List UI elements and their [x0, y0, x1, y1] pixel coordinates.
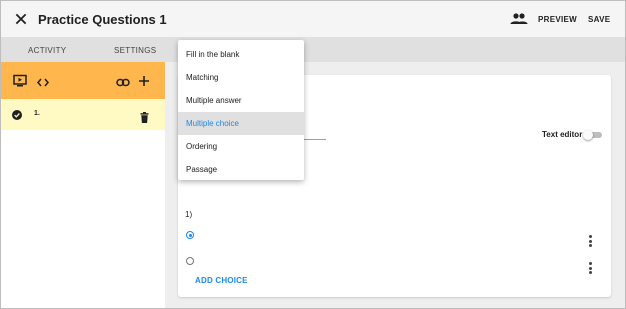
choice-1-more-button[interactable] — [589, 235, 593, 247]
question-number: 1) — [185, 210, 193, 219]
choice-2-more-button[interactable] — [589, 262, 593, 274]
check-circle-icon — [12, 110, 22, 120]
app-header: Practice Questions 1 PREVIEW SAVE — [1, 1, 625, 37]
link-button[interactable] — [116, 75, 130, 87]
add-question-button[interactable] — [138, 74, 150, 86]
tab-bar: ACTIVITY SETTINGS — [1, 37, 625, 62]
slideshow-button[interactable] — [13, 74, 27, 87]
sidebar-toolbar — [1, 62, 165, 99]
menu-item-multiple-choice[interactable]: Multiple choice — [178, 112, 304, 135]
question-type-menu: Fill in the blank Matching Multiple answ… — [178, 40, 304, 180]
tab-activity[interactable]: ACTIVITY — [28, 46, 66, 55]
menu-item-fill-in-the-blank[interactable]: Fill in the blank — [178, 43, 304, 66]
choice-1-radio[interactable] — [186, 231, 194, 239]
more-vert-icon — [589, 262, 592, 265]
question-sidebar: 1. — [1, 62, 165, 308]
link-icon — [116, 78, 130, 87]
embed-code-button[interactable] — [36, 75, 50, 87]
toggle-thumb — [583, 130, 593, 140]
menu-item-matching[interactable]: Matching — [178, 66, 304, 89]
more-vert-icon — [589, 235, 592, 238]
people-icon — [510, 13, 528, 24]
trash-icon — [140, 112, 149, 123]
save-button[interactable]: SAVE — [588, 15, 610, 24]
collaborators-button[interactable] — [510, 12, 528, 26]
menu-item-ordering[interactable]: Ordering — [178, 135, 304, 158]
menu-item-multiple-answer[interactable]: Multiple answer — [178, 89, 304, 112]
close-button[interactable] — [13, 11, 29, 27]
tab-settings[interactable]: SETTINGS — [114, 46, 156, 55]
code-icon — [37, 78, 49, 87]
menu-item-passage[interactable]: Passage — [178, 158, 304, 181]
delete-question-button[interactable] — [140, 110, 149, 123]
text-editor-label: Text editor — [542, 130, 583, 139]
slideshow-icon — [13, 74, 27, 87]
preview-button[interactable]: PREVIEW — [538, 15, 577, 24]
close-icon — [15, 13, 27, 25]
sidebar-item-label: 1. — [34, 110, 40, 117]
page-title: Practice Questions 1 — [38, 12, 167, 27]
choice-2-radio[interactable] — [186, 257, 194, 265]
add-choice-button[interactable]: ADD CHOICE — [195, 276, 248, 285]
text-editor-toggle[interactable] — [583, 130, 603, 140]
plus-icon — [139, 76, 149, 86]
sidebar-item-question-1[interactable]: 1. — [1, 99, 165, 130]
